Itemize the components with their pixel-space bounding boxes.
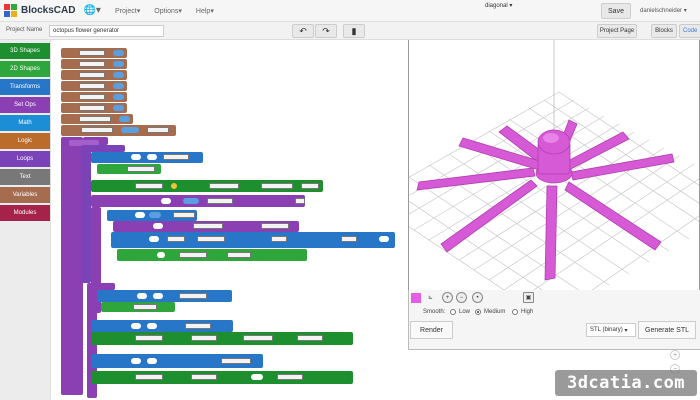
logo[interactable]: BlocksCAD xyxy=(4,3,76,18)
category-text[interactable]: Text xyxy=(0,169,50,185)
project-page-button[interactable]: Project Page xyxy=(597,24,637,38)
zoom-in-icon[interactable]: + xyxy=(442,292,453,303)
transform-block[interactable] xyxy=(91,152,203,163)
top-nav-bar: BlocksCAD 🌐▾ Project▾ Options▾ Help▾ Sav… xyxy=(0,0,700,22)
transform-block[interactable] xyxy=(107,210,197,221)
category-set-ops[interactable]: Set Ops xyxy=(0,97,50,113)
project-name-label: Project Name xyxy=(6,27,43,33)
axes-icon[interactable]: ⊾ xyxy=(425,292,436,303)
nav-help[interactable]: Help▾ xyxy=(196,7,214,15)
model-highlight xyxy=(543,133,559,143)
stl-format-select[interactable]: STL (binary) ▾ xyxy=(586,323,636,337)
set-variable-block[interactable] xyxy=(61,103,127,113)
loop-header xyxy=(89,145,125,152)
cylinder-block[interactable] xyxy=(91,332,353,345)
octopus-model xyxy=(416,119,675,281)
category-transforms[interactable]: Transforms xyxy=(0,79,50,95)
category-variables[interactable]: Variables xyxy=(0,187,50,203)
3d-render-viewer[interactable] xyxy=(408,40,700,290)
blocks-logo-icon xyxy=(4,3,18,18)
set-variable-block[interactable] xyxy=(61,81,127,91)
category-math[interactable]: Math xyxy=(0,115,50,131)
render-button[interactable]: Render xyxy=(410,321,453,339)
workspace-zoom-in-icon[interactable]: + xyxy=(670,350,680,360)
redo-button[interactable]: ↷ xyxy=(315,24,337,38)
smooth-low-radio[interactable] xyxy=(450,309,456,315)
reset-view-icon[interactable]: • xyxy=(472,292,483,303)
block-categories: 3D Shapes 2D Shapes Transforms Set Ops M… xyxy=(0,40,51,400)
delete-button[interactable]: ▮ xyxy=(343,24,365,38)
category-modules[interactable]: Modules xyxy=(0,205,50,221)
globe-icon[interactable]: 🌐▾ xyxy=(83,5,100,16)
cylinder-block[interactable] xyxy=(97,164,161,174)
smooth-high-label: High xyxy=(521,309,534,315)
set-variable-block[interactable] xyxy=(61,48,127,58)
nav-project[interactable]: Project▾ xyxy=(115,7,140,15)
render-canvas xyxy=(409,40,699,290)
transform-block[interactable] xyxy=(91,354,263,368)
project-name-input[interactable]: octopus flower generator xyxy=(49,25,164,37)
smooth-high-radio[interactable] xyxy=(512,309,518,315)
set-variable-block[interactable] xyxy=(61,70,127,80)
transform-block[interactable] xyxy=(97,290,232,302)
loop-block[interactable] xyxy=(81,145,91,283)
user-name[interactable]: danielschneider ▾ xyxy=(640,7,687,14)
color-picker[interactable] xyxy=(411,293,421,303)
set-variable-block[interactable] xyxy=(61,92,127,102)
set-variable-block[interactable] xyxy=(61,59,127,69)
circle-block[interactable] xyxy=(117,249,307,261)
cylinder-block[interactable] xyxy=(91,180,323,192)
set-op-header xyxy=(91,283,115,290)
category-3d-shapes[interactable]: 3D Shapes xyxy=(0,43,50,59)
redo-arrow-icon: ↷ xyxy=(322,25,330,36)
smooth-medium-label: Medium xyxy=(484,309,506,315)
undo-button[interactable]: ↶ xyxy=(292,24,314,38)
trash-icon: ▮ xyxy=(351,25,357,36)
project-toolbar: Project Name octopus flower generator ↶ … xyxy=(0,22,700,40)
set-variable-block[interactable] xyxy=(61,125,176,136)
sphere-block[interactable] xyxy=(101,302,175,312)
nav-options[interactable]: Options▾ xyxy=(154,7,182,15)
category-loops[interactable]: Loops xyxy=(0,151,50,167)
transform-block[interactable] xyxy=(111,232,395,248)
category-2d-shapes[interactable]: 2D Shapes xyxy=(0,61,50,77)
set-variable-block[interactable] xyxy=(61,114,133,124)
category-logic[interactable]: Logic xyxy=(0,133,50,149)
view-select[interactable]: diagonal ▾ xyxy=(485,2,512,9)
camera-icon[interactable]: ▣ xyxy=(523,292,534,303)
generate-stl-button[interactable]: Generate STL xyxy=(638,321,696,339)
cylinder-block[interactable] xyxy=(91,371,353,384)
rotate-block[interactable] xyxy=(113,221,299,232)
smooth-low-label: Low xyxy=(459,309,471,315)
rotate-block[interactable] xyxy=(91,195,305,207)
zoom-out-icon[interactable]: − xyxy=(456,292,467,303)
save-button[interactable]: Save xyxy=(601,3,631,19)
undo-arrow-icon: ↶ xyxy=(299,25,307,36)
transform-block[interactable] xyxy=(91,320,233,332)
tab-code[interactable]: Code xyxy=(679,24,700,38)
logo-text: BlocksCAD xyxy=(21,5,76,16)
smooth-medium-radio[interactable] xyxy=(475,309,481,315)
watermark: 3dcatia.com xyxy=(555,370,697,396)
set-op-union-block[interactable] xyxy=(61,137,83,395)
smooth-label: Smooth: xyxy=(423,309,446,315)
tab-blocks[interactable]: Blocks xyxy=(651,24,677,38)
blocks-workspace[interactable] xyxy=(51,40,408,400)
